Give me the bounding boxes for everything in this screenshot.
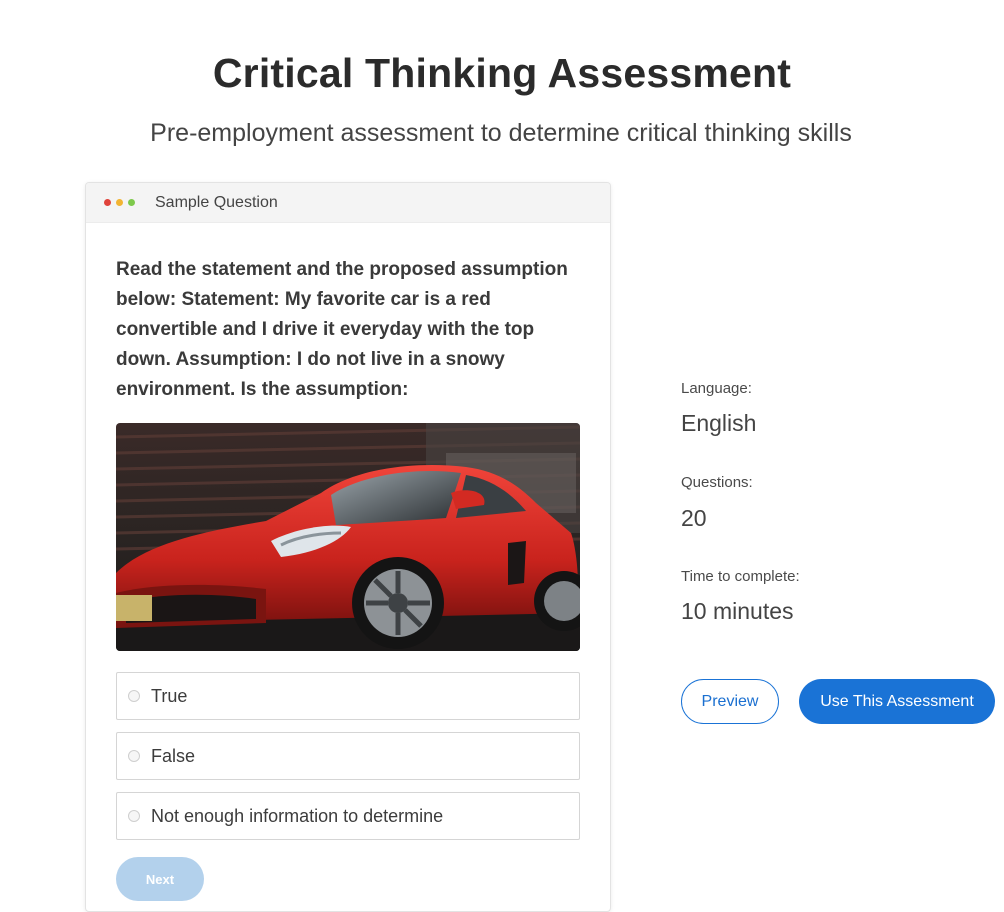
use-assessment-button[interactable]: Use This Assessment [799, 679, 995, 724]
questions-value: 20 [681, 505, 707, 531]
language-label: Language: [681, 380, 752, 397]
time-value: 10 minutes [681, 598, 794, 624]
option-label: False [151, 745, 196, 766]
questions-label: Questions: [681, 474, 753, 491]
window-dot-yellow [116, 199, 123, 206]
question-text: Read the statement and the proposed assu… [116, 259, 568, 400]
window-dot-red [104, 199, 111, 206]
option-not-enough-info[interactable]: Not enough information to determine [116, 792, 580, 840]
radio-button[interactable] [128, 690, 140, 702]
language-value: English [681, 410, 757, 436]
card-header-label: Sample Question [155, 193, 278, 211]
page-subtitle: Pre-employment assessment to determine c… [150, 119, 852, 147]
window-dot-green [128, 199, 135, 206]
option-label: Not enough information to determine [151, 805, 444, 826]
page-title: Critical Thinking Assessment [212, 50, 792, 96]
radio-button[interactable] [128, 750, 140, 762]
car-image [116, 423, 580, 651]
radio-button[interactable] [128, 810, 140, 822]
option-false[interactable]: False [116, 732, 580, 780]
option-true[interactable]: True [116, 672, 580, 720]
preview-button[interactable]: Preview [681, 679, 779, 724]
card-header: Sample Question [86, 183, 610, 223]
sample-question-card: Sample Question Read the statement and t… [85, 182, 611, 912]
time-label: Time to complete: [681, 568, 800, 585]
next-button[interactable]: Next [116, 857, 204, 901]
option-label: True [151, 685, 188, 706]
